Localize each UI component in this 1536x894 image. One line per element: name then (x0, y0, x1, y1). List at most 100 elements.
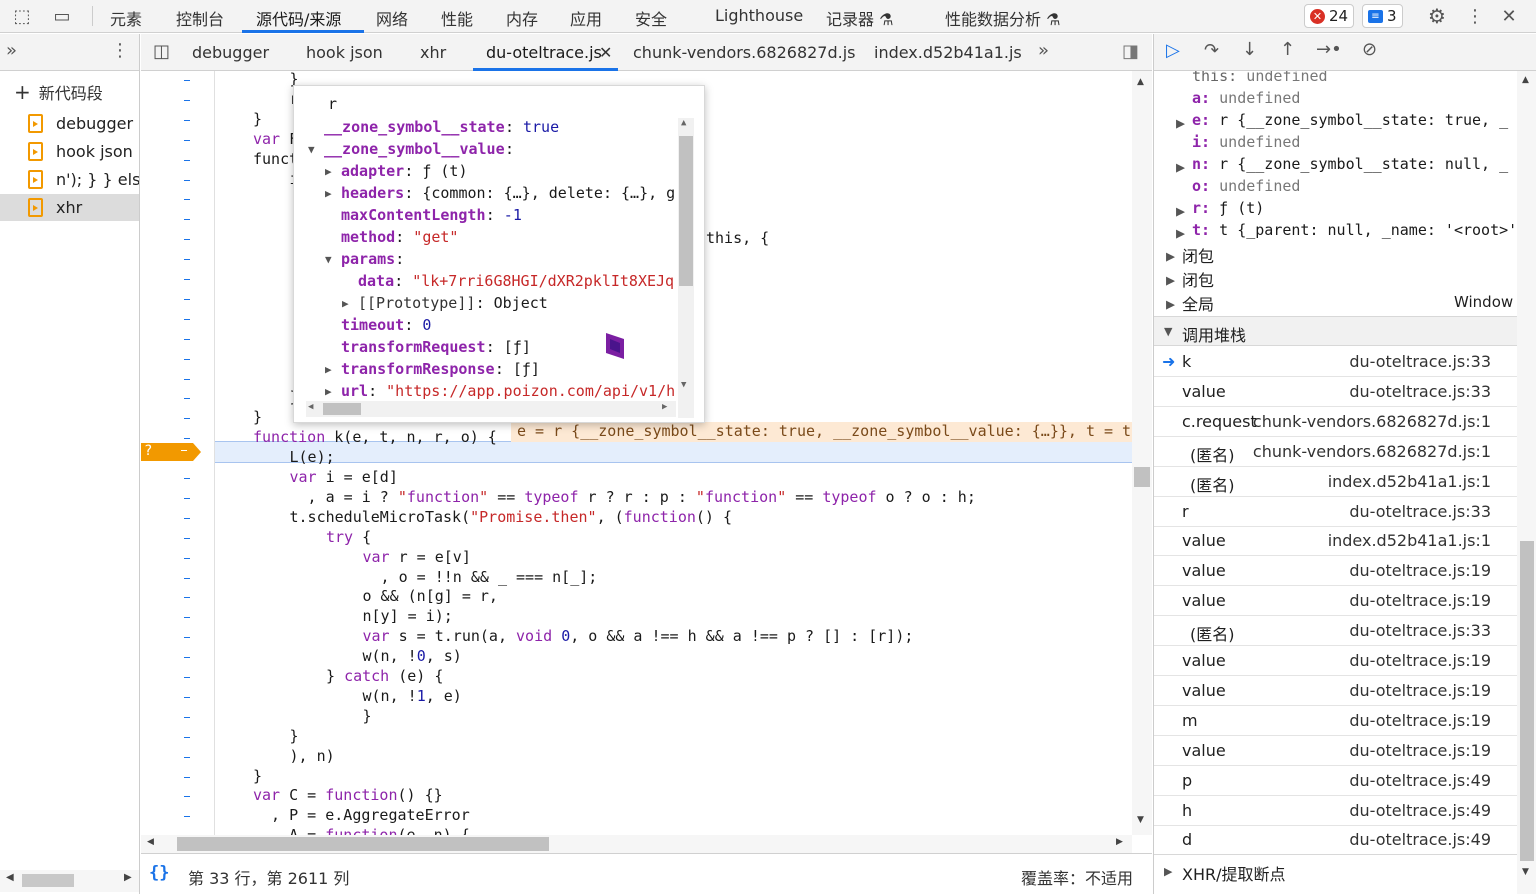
popover-hscroll[interactable]: ◀ ▶ (306, 401, 676, 417)
scroll-thumb[interactable] (22, 874, 74, 887)
step-over-icon[interactable]: ↷ (1204, 40, 1219, 61)
callstack-frame[interactable]: r du-oteltrace.js:33 (1154, 497, 1517, 527)
scroll-left-icon[interactable]: ◀ (308, 402, 313, 412)
scroll-up-icon[interactable]: ▲ (1137, 77, 1144, 87)
scroll-up-icon[interactable]: ▲ (1522, 75, 1529, 85)
callstack-frame[interactable]: h du-oteltrace.js:49 (1154, 796, 1517, 826)
devtools-tab[interactable]: 网络 (376, 6, 408, 30)
sidebar-vscroll[interactable]: ▲ ▼ (1517, 71, 1536, 894)
devtools-tab[interactable]: 安全 (635, 6, 667, 30)
device-toolbar-icon[interactable]: ▭ (50, 4, 74, 28)
callstack-frame[interactable]: value du-oteltrace.js:19 (1154, 676, 1517, 706)
more-tabs-icon[interactable]: » (1038, 40, 1049, 61)
step-into-icon[interactable]: ↓ (1242, 39, 1257, 60)
editor-tab[interactable]: xhr (420, 43, 446, 62)
file-item[interactable]: debugger (0, 110, 139, 137)
inspect-element-icon[interactable]: ⬚ (10, 4, 34, 28)
file-item[interactable]: n'); } } else i (0, 166, 139, 193)
scroll-down-icon[interactable]: ▼ (1137, 815, 1144, 825)
scroll-down-icon[interactable]: ▼ (1522, 867, 1529, 877)
deactivate-breakpoints-icon[interactable]: ⊘ (1362, 39, 1377, 60)
scroll-right-icon[interactable]: ▶ (1116, 837, 1123, 847)
scroll-down-icon[interactable]: ▼ (681, 380, 686, 390)
callstack-frame[interactable]: ➜ k du-oteltrace.js:33 (1154, 347, 1517, 377)
callstack-frame[interactable]: value du-oteltrace.js:19 (1154, 586, 1517, 617)
devtools-tab[interactable]: 源代码/来源 (256, 6, 341, 30)
breakpoint-marker[interactable]: ? (141, 443, 201, 461)
devtools-tab[interactable]: 控制台 (176, 6, 224, 30)
expand-toggle-icon[interactable]: ▼ (325, 253, 332, 266)
toggle-navigator-icon[interactable]: ◫ (153, 41, 170, 62)
popover-hscroll-thumb[interactable] (323, 403, 361, 415)
devtools-tab[interactable]: 记录器 ⚗ (826, 6, 893, 30)
devtools-tab[interactable]: 性能数据分析 ⚗ (945, 6, 1060, 30)
callstack-frame[interactable]: m du-oteltrace.js:19 (1154, 706, 1517, 736)
callstack-frame[interactable]: d du-oteltrace.js:49 (1154, 825, 1517, 856)
expand-toggle-icon[interactable]: ▶ (325, 187, 332, 200)
closure-scope[interactable]: 闭包 (1182, 267, 1214, 291)
sidebar-scroll-thumb[interactable] (1520, 541, 1534, 861)
editor-vscroll[interactable]: ▲ ▼ (1132, 71, 1152, 835)
editor-hscroll[interactable]: ◀ ▶ (141, 835, 1132, 853)
step-icon[interactable]: →• (1316, 39, 1342, 60)
callstack-frame[interactable]: (匿名) chunk-vendors.6826827d.js:1 (1154, 437, 1517, 467)
callstack-frame[interactable]: value du-oteltrace.js:33 (1154, 377, 1517, 407)
callstack-frame[interactable]: p du-oteltrace.js:49 (1154, 766, 1517, 796)
resume-icon[interactable]: ▷ (1166, 40, 1180, 61)
scroll-up-icon[interactable]: ▲ (681, 118, 686, 128)
expand-toggle-icon[interactable]: ▼ (308, 143, 315, 156)
expand-toggle-icon[interactable]: ▶ (1166, 271, 1175, 289)
devtools-tab[interactable]: Lighthouse (715, 6, 803, 25)
callstack-frame[interactable]: value index.d52b41a1.js:1 (1154, 526, 1517, 557)
devtools-tab[interactable]: 性能 (441, 6, 473, 30)
message-badge[interactable]: ≡ 3 (1362, 4, 1403, 28)
global-scope[interactable]: 全局 (1182, 291, 1214, 315)
scroll-left-icon[interactable]: ◀ (6, 872, 14, 883)
expand-toggle-icon[interactable]: ▶ (1176, 114, 1185, 132)
editor-tab[interactable]: hook json (306, 43, 383, 62)
more-tabs-icon[interactable]: » (6, 40, 17, 61)
navigator-menu-icon[interactable]: ⋮ (111, 40, 129, 61)
callstack-frame[interactable]: c.request chunk-vendors.6826827d.js:1 (1154, 407, 1517, 437)
callstack-header[interactable]: ▼ 调用堆栈 (1154, 316, 1517, 346)
xhr-breakpoints-section[interactable]: ▶ XHR/提取断点 (1154, 854, 1517, 886)
expand-toggle-icon[interactable]: ▶ (325, 385, 332, 398)
callstack-frame[interactable]: value du-oteltrace.js:19 (1154, 736, 1517, 766)
more-options-icon[interactable]: ⋮ (1463, 4, 1487, 28)
scroll-right-icon[interactable]: ▶ (124, 872, 132, 883)
step-out-icon[interactable]: ↑ (1280, 39, 1295, 60)
error-badge[interactable]: ✕ 24 (1304, 4, 1355, 28)
callstack-frame[interactable]: (匿名) index.d52b41a1.js:1 (1154, 467, 1517, 497)
editor-tab[interactable]: du-oteltrace.js (486, 43, 602, 62)
file-item[interactable]: xhr (0, 194, 139, 221)
devtools-tab[interactable]: 内存 (506, 6, 538, 30)
editor-tab[interactable]: index.d52b41a1.js (874, 43, 1022, 62)
pretty-print-icon[interactable]: {} (149, 863, 169, 883)
expand-toggle-icon[interactable]: ▶ (1166, 295, 1175, 313)
expand-toggle-icon[interactable]: ▶ (1176, 202, 1185, 220)
variable-popover[interactable]: r __zone_symbol__state: true ▼ __zone_symbo… (293, 85, 705, 423)
editor-vscroll-thumb[interactable] (1134, 467, 1150, 487)
editor-tab[interactable]: chunk-vendors.6826827d.js (633, 43, 856, 62)
expand-toggle-icon[interactable]: ▶ (342, 297, 349, 310)
expand-toggle-icon[interactable]: ▶ (325, 363, 332, 376)
new-snippet-button[interactable]: + 新代码段 (14, 80, 103, 104)
expand-toggle-icon[interactable]: ▶ (1176, 158, 1185, 176)
toggle-debugger-icon[interactable]: ◨ (1122, 41, 1139, 62)
callstack-frame[interactable]: value du-oteltrace.js:19 (1154, 556, 1517, 587)
callstack-frame[interactable]: value du-oteltrace.js:19 (1154, 646, 1517, 676)
closure-scope[interactable]: 闭包 (1182, 243, 1214, 267)
expand-toggle-icon[interactable]: ▶ (1166, 247, 1175, 265)
scroll-left-icon[interactable]: ◀ (147, 837, 154, 847)
popover-scroll-thumb[interactable] (679, 136, 693, 286)
file-item[interactable]: hook json (0, 138, 139, 165)
navigator-hscroll[interactable]: ◀ ▶ (0, 870, 139, 892)
callstack-frame[interactable]: (匿名) du-oteltrace.js:33 (1154, 616, 1517, 647)
expand-toggle-icon[interactable]: ▶ (325, 165, 332, 178)
popover-vscroll[interactable]: ▲ ▼ (678, 118, 694, 418)
editor-tab[interactable]: debugger (192, 43, 269, 62)
close-tab-icon[interactable]: ✕ (599, 43, 612, 62)
devtools-tab[interactable]: 元素 (110, 6, 142, 30)
close-icon[interactable]: ✕ (1497, 4, 1521, 28)
scroll-right-icon[interactable]: ▶ (662, 402, 667, 412)
